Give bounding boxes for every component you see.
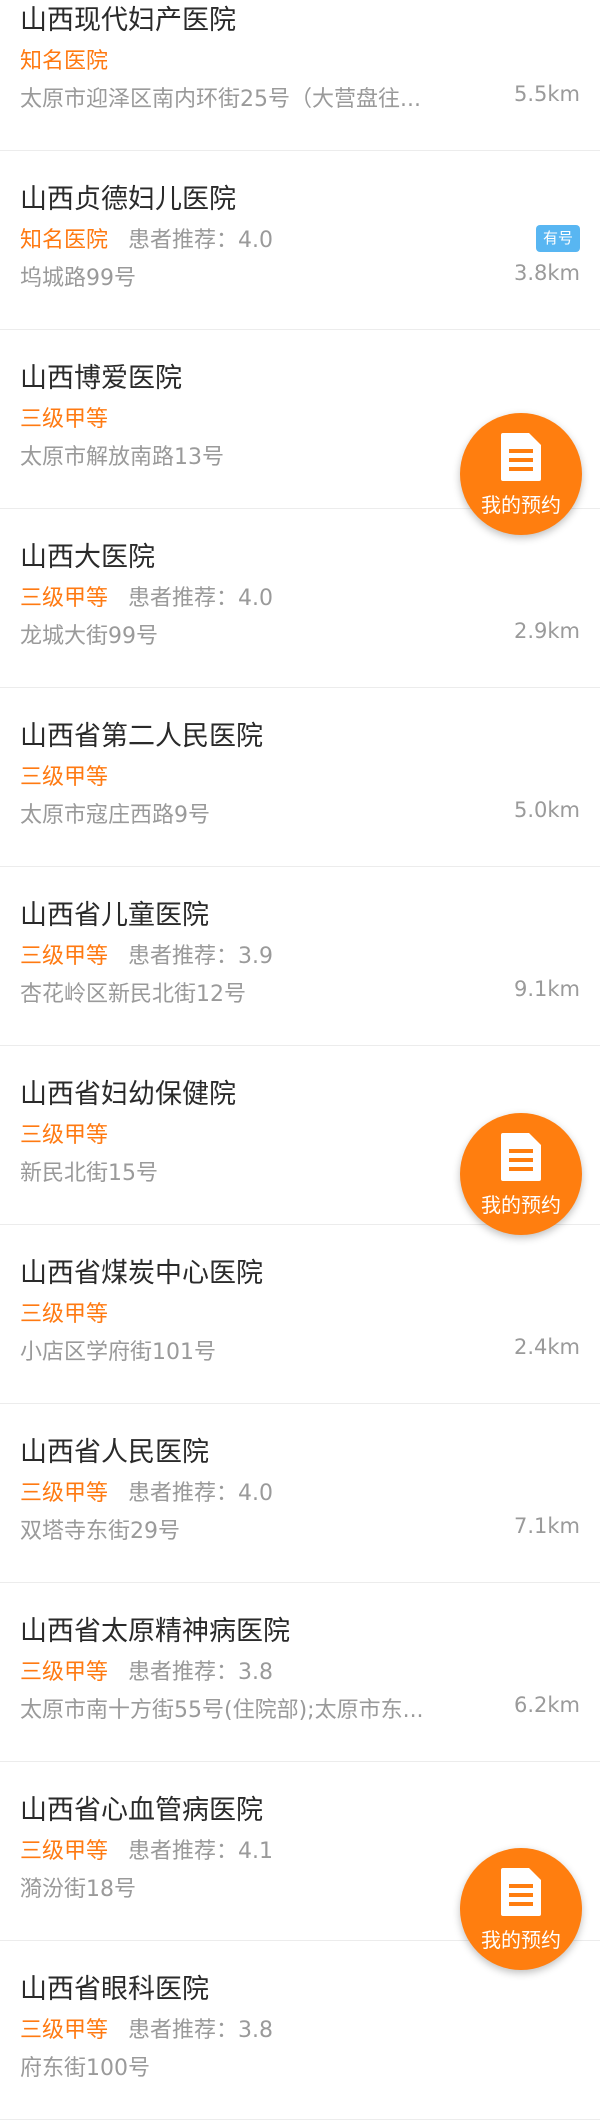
hospital-address: 双塔寺东街29号 <box>20 1519 180 1544</box>
hospital-name: 山西省人民医院 <box>20 1437 209 1468</box>
document-icon <box>501 1868 541 1916</box>
document-icon <box>501 1133 541 1181</box>
hospital-distance: 3.8km <box>513 261 580 285</box>
my-appointment-button[interactable]: 我的预约 <box>460 1113 582 1235</box>
hospital-meta: 三级甲等 患者推荐：4.1 <box>20 1833 273 1865</box>
hospital-name: 山西省太原精神病医院 <box>20 1616 290 1647</box>
hospital-distance: 2.9km <box>513 619 580 643</box>
hospital-level: 三级甲等 <box>20 1481 109 1506</box>
hospital-meta: 三级甲等 患者推荐：4.0 <box>20 580 273 612</box>
my-appointment-button[interactable]: 我的预约 <box>460 1848 582 1970</box>
hospital-address: 漪汾街18号 <box>20 1877 136 1902</box>
my-appointment-label: 我的预约 <box>481 493 561 517</box>
hospital-list-item[interactable]: 山西省人民医院三级甲等 患者推荐：4.0 双塔寺东街29号 7.1km <box>0 1404 600 1583</box>
hospital-distance: 5.0km <box>513 798 580 822</box>
hospital-address: 太原市南十方街55号(住院部);太原市东... <box>20 1698 424 1723</box>
hospital-level: 三级甲等 <box>20 1839 109 1864</box>
hospital-list: 山西现代妇产医院 知名医院 太原市迎泽区南内环街25号（大营盘往... 5.5km 山西… <box>0 0 600 2120</box>
my-appointment-label: 我的预约 <box>481 1928 561 1952</box>
hospital-address: 太原市迎泽区南内环街25号（大营盘往... <box>20 87 421 112</box>
hospital-name: 山西省煤炭中心医院 <box>20 1258 263 1289</box>
hospital-meta: 知名医院 <box>20 43 108 75</box>
hospital-level: 三级甲等 <box>20 765 109 790</box>
hospital-list-item[interactable]: 山西贞德妇儿医院知名医院 患者推荐：4.0 坞城路99号 3.8km 有号 <box>0 151 600 330</box>
hospital-list-item[interactable]: 山西省儿童医院三级甲等 患者推荐：3.9 杏花岭区新民北街12号 9.1km <box>0 867 600 1046</box>
hospital-level: 三级甲等 <box>20 407 109 432</box>
patient-rating: 患者推荐：3.8 <box>128 2018 274 2043</box>
hospital-meta: 三级甲等 患者推荐：3.8 <box>20 1654 273 1686</box>
hospital-name: 山西省第二人民医院 <box>20 721 263 752</box>
hospital-address: 小店区学府街101号 <box>20 1340 216 1365</box>
hospital-level: 三级甲等 <box>20 1123 109 1148</box>
hospital-meta: 三级甲等 <box>20 1296 108 1328</box>
hospital-level: 三级甲等 <box>20 1302 109 1327</box>
hospital-address: 新民北街15号 <box>20 1161 158 1186</box>
hospital-name: 山西省眼科医院 <box>20 1974 209 2005</box>
hospital-name: 山西博爱医院 <box>20 363 182 394</box>
my-appointment-label: 我的预约 <box>481 1193 561 1217</box>
document-icon <box>501 433 541 481</box>
hospital-address: 坞城路99号 <box>20 266 136 291</box>
hospital-name: 山西贞德妇儿医院 <box>20 184 236 215</box>
my-appointment-button[interactable]: 我的预约 <box>460 413 582 535</box>
hospital-name: 山西省妇幼保健院 <box>20 1079 236 1110</box>
hospital-list-item[interactable]: 山西省第二人民医院三级甲等太原市寇庄西路9号 5.0km <box>0 688 600 867</box>
hospital-address: 太原市解放南路13号 <box>20 445 224 470</box>
hospital-address: 龙城大街99号 <box>20 624 158 649</box>
hospital-name: 山西大医院 <box>20 542 155 573</box>
hospital-level: 三级甲等 <box>20 2018 109 2043</box>
hospital-name: 山西现代妇产医院 <box>20 5 236 36</box>
hospital-address: 太原市寇庄西路9号 <box>20 803 210 828</box>
hospital-address: 杏花岭区新民北街12号 <box>20 982 246 1007</box>
patient-rating: 患者推荐：4.0 <box>128 1481 274 1506</box>
hospital-level: 三级甲等 <box>20 944 109 969</box>
hospital-level: 知名医院 <box>20 228 109 253</box>
hospital-meta: 三级甲等 <box>20 759 108 791</box>
patient-rating: 患者推荐：4.0 <box>128 586 274 611</box>
hospital-distance: 9.1km <box>513 977 580 1001</box>
hospital-address: 府东街100号 <box>20 2056 150 2081</box>
hospital-distance: 5.5km <box>513 82 580 106</box>
hospital-distance: 6.2km <box>513 1693 580 1717</box>
hospital-meta: 三级甲等 患者推荐：3.8 <box>20 2012 273 2044</box>
hospital-list-item[interactable]: 山西省煤炭中心医院三级甲等小店区学府街101号 2.4km <box>0 1225 600 1404</box>
hospital-list-item[interactable]: 山西省太原精神病医院 三级甲等 患者推荐：3.8 太原市南十方街55号(住院部);太原… <box>0 1583 600 1762</box>
hospital-distance: 2.4km <box>513 1335 580 1359</box>
hospital-meta: 三级甲等 患者推荐：4.0 <box>20 1475 273 1507</box>
hospital-level: 三级甲等 <box>20 1660 109 1685</box>
hospital-list-item[interactable]: 山西大医院三级甲等 患者推荐：4.0 龙城大街99号 2.9km <box>0 509 600 688</box>
patient-rating: 患者推荐：3.9 <box>128 944 274 969</box>
patient-rating: 患者推荐：4.1 <box>128 1839 274 1864</box>
patient-rating: 患者推荐：4.0 <box>128 228 274 253</box>
hospital-meta: 三级甲等 患者推荐：3.9 <box>20 938 273 970</box>
hospital-level: 三级甲等 <box>20 586 109 611</box>
patient-rating: 患者推荐：3.8 <box>128 1660 274 1685</box>
hospital-level: 知名医院 <box>20 49 109 74</box>
hospital-list-item[interactable]: 山西现代妇产医院知名医院太原市迎泽区南内环街25号（大营盘往... 5.5km <box>0 0 600 151</box>
hospital-name: 山西省心血管病医院 <box>20 1795 263 1826</box>
availability-badge: 有号 <box>535 225 580 252</box>
hospital-name: 山西省儿童医院 <box>20 900 209 931</box>
hospital-meta: 三级甲等 <box>20 1117 108 1149</box>
hospital-meta: 三级甲等 <box>20 401 108 433</box>
hospital-meta: 知名医院 患者推荐：4.0 <box>20 222 273 254</box>
hospital-distance: 7.1km <box>513 1514 580 1538</box>
